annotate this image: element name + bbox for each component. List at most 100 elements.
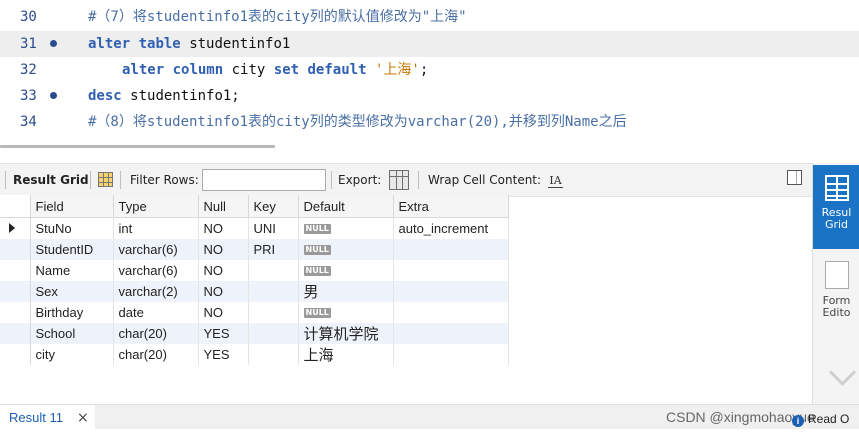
cell-default[interactable]: NULL <box>298 239 394 260</box>
cell-extra[interactable] <box>393 302 509 323</box>
cell-extra[interactable] <box>393 239 509 260</box>
table-row[interactable]: Name varchar(6) NO NULL <box>0 260 509 281</box>
cell-type[interactable]: char(20) <box>113 323 199 344</box>
sql-keyword: alter <box>122 62 165 78</box>
cell-field[interactable]: Name <box>30 260 114 281</box>
cell-null[interactable]: NO <box>198 217 249 239</box>
cell-type[interactable]: char(20) <box>113 344 199 365</box>
cell-default[interactable]: NULL <box>298 260 394 281</box>
row-header[interactable] <box>0 281 31 302</box>
wrap-cell-icon[interactable]: IA <box>548 174 563 188</box>
cell-extra[interactable]: auto_increment <box>393 217 509 239</box>
row-header[interactable] <box>0 344 31 365</box>
editor-line[interactable]: 30 #（7）将studentinfo1表的city列的默认值修改为"上海" <box>0 4 859 30</box>
form-editor-view-button[interactable]: Form Edito <box>813 257 859 327</box>
row-header[interactable] <box>0 323 31 344</box>
column-header[interactable]: Field <box>30 195 114 218</box>
sql-code: desc studentinfo1; <box>88 83 240 109</box>
result-grid-tab[interactable]: Result Grid <box>13 164 89 196</box>
filter-rows-label: Filter Rows: <box>130 173 199 187</box>
cell-extra[interactable] <box>393 260 509 281</box>
cell-default[interactable]: 计算机学院 <box>298 323 394 344</box>
cell-default[interactable]: 男 <box>298 281 394 302</box>
cell-extra[interactable] <box>393 323 509 344</box>
cell-extra[interactable] <box>393 344 509 365</box>
cell-key[interactable] <box>248 323 299 344</box>
chevron-down-icon[interactable] <box>829 359 856 386</box>
cell-field[interactable]: city <box>30 344 114 365</box>
column-header[interactable]: Default <box>298 195 394 218</box>
toggle-panel-icon[interactable] <box>787 170 802 185</box>
row-header[interactable] <box>0 302 31 323</box>
cell-field[interactable]: Sex <box>30 281 114 302</box>
line-number: 31 <box>20 36 37 52</box>
cell-null[interactable]: NO <box>198 302 249 323</box>
table-row[interactable]: StuNo int NO UNI NULL auto_increment <box>0 217 509 239</box>
null-badge: NULL <box>303 224 331 234</box>
cell-field[interactable]: StudentID <box>30 239 114 260</box>
cell-type[interactable]: varchar(6) <box>113 260 199 281</box>
editor-line-active[interactable]: 31 alter table studentinfo1 <box>0 31 859 57</box>
cell-null[interactable]: YES <box>198 344 249 365</box>
toolbar-separator <box>331 171 332 189</box>
cell-key[interactable] <box>248 302 299 323</box>
cell-type[interactable]: varchar(6) <box>113 239 199 260</box>
line-number: 32 <box>20 62 37 78</box>
side-label: Edito <box>822 306 851 319</box>
row-header[interactable] <box>0 239 31 260</box>
sql-editor[interactable]: 30 #（7）将studentinfo1表的city列的默认值修改为"上海" 3… <box>0 0 859 150</box>
cell-null[interactable]: NO <box>198 260 249 281</box>
editor-line[interactable]: 32 alter column city set default '上海'; <box>0 57 859 83</box>
cell-extra[interactable] <box>393 281 509 302</box>
cell-type[interactable]: varchar(2) <box>113 281 199 302</box>
table-row[interactable]: city char(20) YES 上海 <box>0 344 509 365</box>
table-row[interactable]: School char(20) YES 计算机学院 <box>0 323 509 344</box>
cell-key[interactable] <box>248 344 299 365</box>
sql-string: '上海' <box>374 62 420 78</box>
cell-key[interactable] <box>248 260 299 281</box>
editor-line[interactable]: 33 desc studentinfo1; <box>0 83 859 109</box>
cell-field[interactable]: StuNo <box>30 217 114 239</box>
row-header[interactable] <box>0 217 31 239</box>
cell-key[interactable]: UNI <box>248 217 299 239</box>
table-row[interactable]: Sex varchar(2) NO 男 <box>0 281 509 302</box>
sql-semicolon: ; <box>419 62 429 78</box>
table-row[interactable]: StudentID varchar(6) NO PRI NULL <box>0 239 509 260</box>
cell-null[interactable]: NO <box>198 281 249 302</box>
cell-key[interactable] <box>248 281 299 302</box>
cell-key[interactable]: PRI <box>248 239 299 260</box>
cell-type[interactable]: int <box>113 217 199 239</box>
cell-null[interactable]: YES <box>198 323 249 344</box>
cell-field[interactable]: Birthday <box>30 302 114 323</box>
editor-line[interactable]: 34 #（8）将studentinfo1表的city列的类型修改为varchar… <box>0 109 859 135</box>
horizontal-scrollbar[interactable] <box>0 145 275 148</box>
sql-keyword: desc <box>88 88 122 104</box>
table-row[interactable]: Birthday date NO NULL <box>0 302 509 323</box>
filter-rows-input[interactable] <box>202 169 326 191</box>
row-header[interactable] <box>0 260 31 281</box>
result-grid-icon <box>824 175 849 201</box>
cell-default[interactable]: 上海 <box>298 344 394 365</box>
sql-comment: #（7）将studentinfo1表的city列的默认值修改为"上海" <box>88 9 467 25</box>
column-header[interactable]: Type <box>113 195 199 218</box>
cell-default[interactable]: NULL <box>298 217 394 239</box>
toolbar-separator <box>90 171 91 189</box>
column-header[interactable]: Null <box>198 195 249 218</box>
export-icon[interactable] <box>389 170 409 190</box>
result-grid[interactable]: Field Type Null Key Default Extra StuNo … <box>0 195 512 365</box>
column-header[interactable]: Extra <box>393 195 509 218</box>
result-tab[interactable]: Result 11 × <box>0 405 95 429</box>
cell-type[interactable]: date <box>113 302 199 323</box>
cell-field[interactable]: School <box>30 323 114 344</box>
result-tab-label: Result 11 <box>9 410 63 425</box>
column-header[interactable]: Key <box>248 195 299 218</box>
sql-keyword: table <box>138 36 181 52</box>
close-icon[interactable]: × <box>77 405 89 431</box>
grid-layout-icon[interactable] <box>98 172 113 187</box>
result-grid-view-button[interactable]: Resul Grid <box>813 165 859 249</box>
sql-keyword: default <box>307 62 367 78</box>
cell-null[interactable]: NO <box>198 239 249 260</box>
sql-identifier: studentinfo1; <box>130 88 240 104</box>
bottom-tab-bar: Result 11 × CSDN @xingmohaoyue i Read O <box>0 404 859 429</box>
cell-default[interactable]: NULL <box>298 302 394 323</box>
